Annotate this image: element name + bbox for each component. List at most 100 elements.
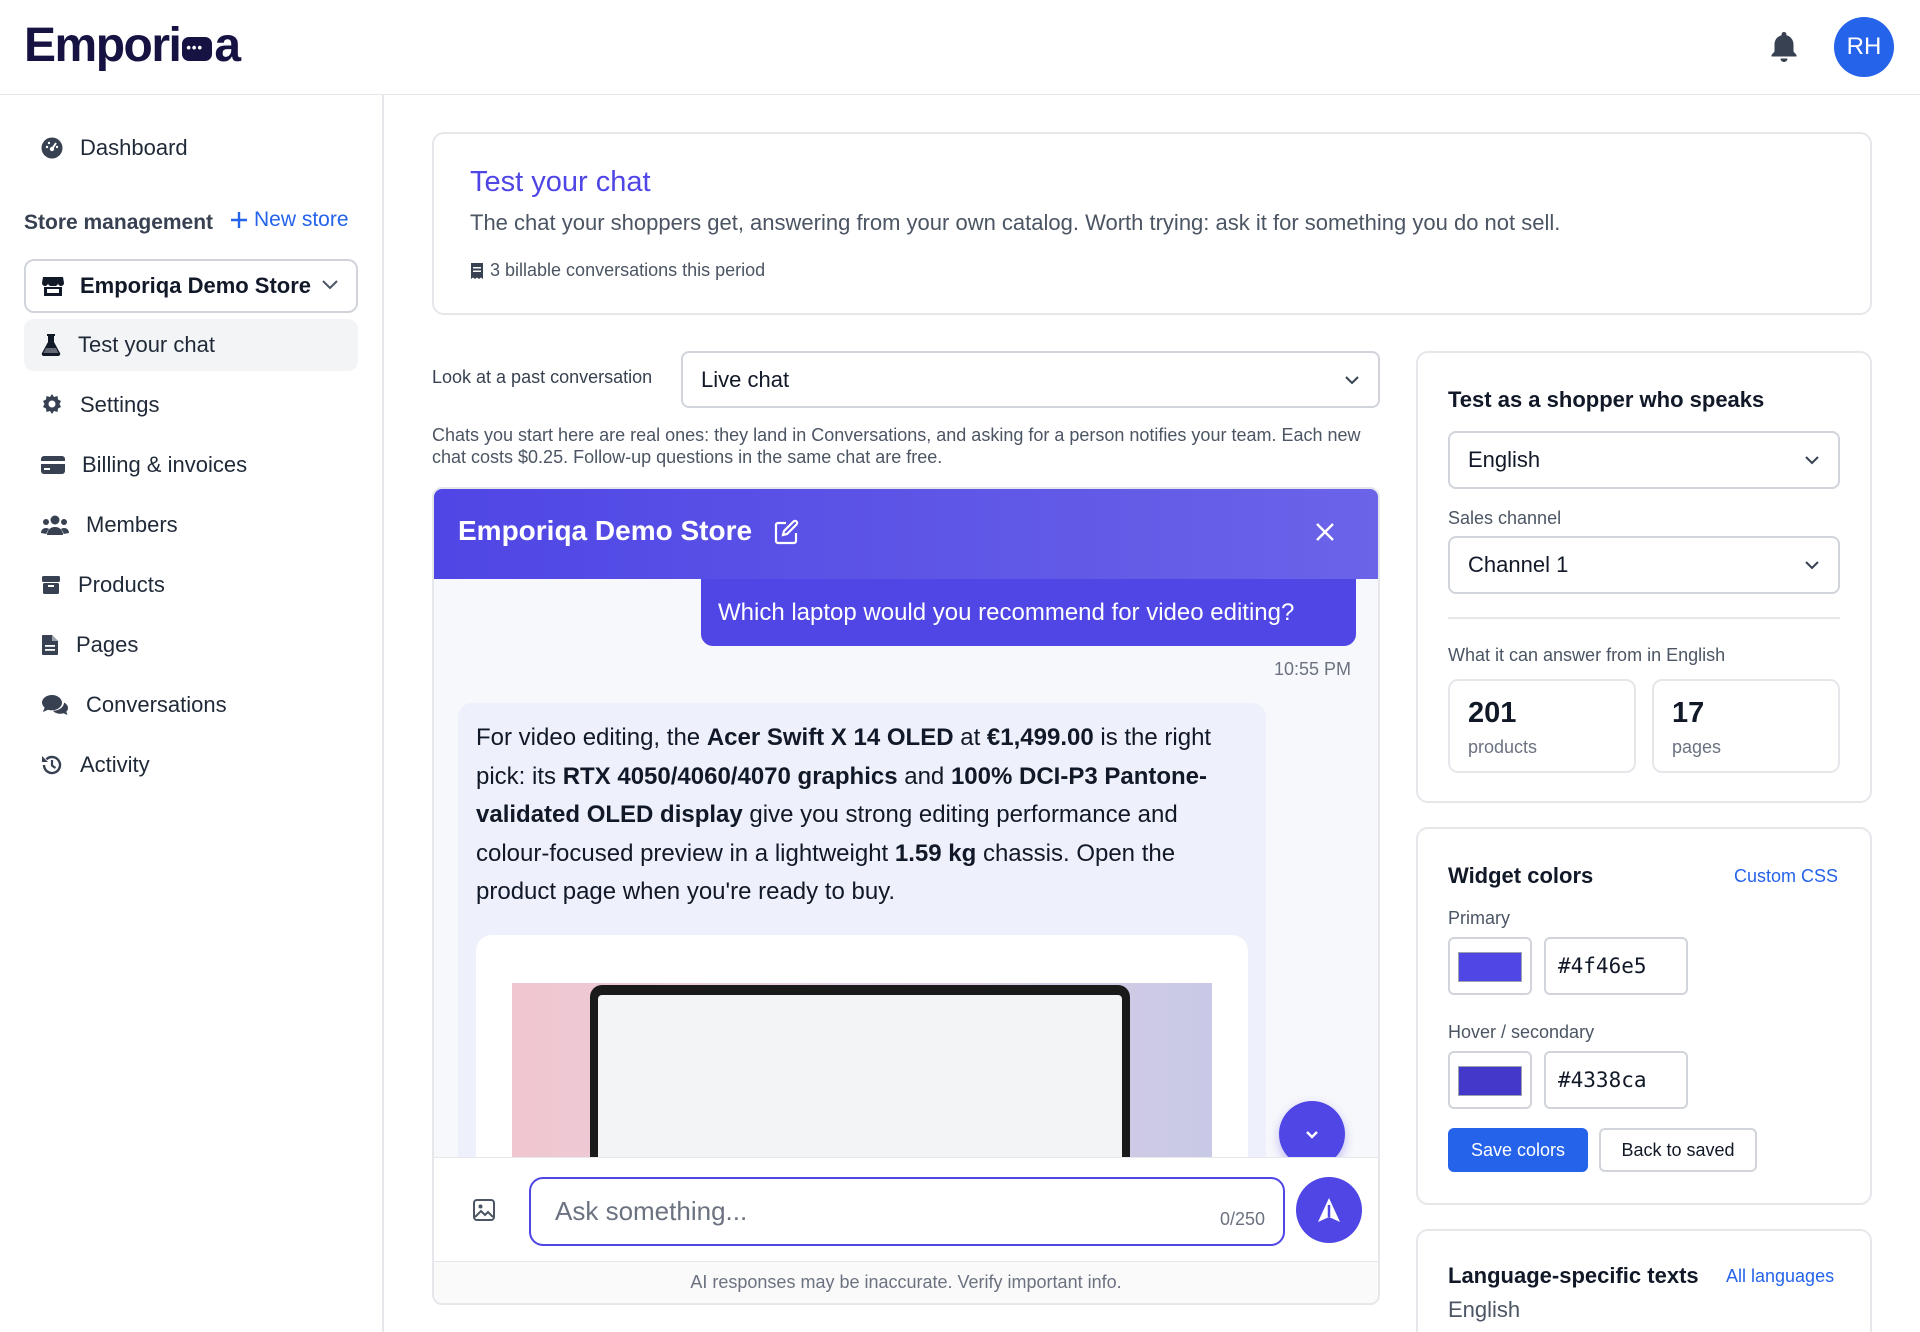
chat-widget: Emporiqa Demo Store Which laptop would y…: [432, 487, 1380, 1305]
new-store-link[interactable]: New store: [230, 208, 349, 232]
sidebar-item-settings[interactable]: Settings: [24, 379, 358, 431]
language-value: English: [1468, 447, 1541, 472]
sidebar-item-label: Pages: [76, 632, 139, 657]
user-message: Which laptop would you recommend for vid…: [701, 579, 1356, 646]
assistant-message-text: For video editing, the Acer Swift X 14 O…: [476, 719, 1236, 912]
products-count: 201: [1468, 697, 1517, 729]
chevron-down-icon: [1802, 450, 1822, 470]
scroll-down-button[interactable]: [1279, 1101, 1345, 1157]
chevron-down-icon: [320, 275, 340, 295]
gear-icon: [24, 393, 80, 417]
message-product-name: Acer Swift X 14 OLED: [706, 724, 954, 751]
divider: [1448, 617, 1840, 619]
pages-stat-label: pages: [1672, 737, 1722, 757]
store-selector[interactable]: Emporiqa Demo Store: [24, 259, 358, 313]
past-conversation-label: Look at a past conversation: [432, 367, 653, 387]
pages-stat: 17 pages: [1652, 679, 1840, 773]
image-upload-icon[interactable]: [472, 1198, 496, 1222]
sidebar-item-label: Billing & invoices: [82, 452, 248, 477]
sidebar-item-test-chat[interactable]: Test your chat: [24, 319, 358, 371]
edit-icon[interactable]: [774, 519, 800, 545]
products-stat-label: products: [1468, 737, 1538, 757]
sidebar-item-billing[interactable]: Billing & invoices: [24, 439, 358, 491]
save-colors-button[interactable]: Save colors: [1448, 1128, 1588, 1172]
chat-input-placeholder: Ask something...: [555, 1196, 748, 1226]
message-text: at: [953, 724, 987, 751]
primary-color-swatch[interactable]: [1448, 937, 1532, 995]
file-icon: [24, 634, 76, 656]
chat-bubbles-icon: [24, 694, 86, 716]
language-texts-title: Language-specific texts: [1448, 1263, 1699, 1288]
chat-bubble-logo-icon: [182, 36, 213, 61]
shopper-settings-title: Test as a shopper who speaks: [1448, 387, 1765, 412]
page-description: The chat your shoppers get, answering fr…: [470, 210, 1561, 235]
message-text: and: [897, 762, 951, 790]
secondary-color-swatch[interactable]: [1448, 1051, 1532, 1109]
storefront-icon: [26, 275, 80, 297]
sidebar-item-members[interactable]: Members: [24, 499, 358, 551]
dashboard-gauge-icon: [24, 136, 80, 160]
character-counter: 0/250: [1219, 1209, 1265, 1229]
message-timestamp: 10:55 PM: [1274, 659, 1352, 679]
section-title: Store management: [24, 211, 214, 234]
primary-color-input[interactable]: #4f46e5: [1544, 937, 1688, 995]
product-card[interactable]: [476, 935, 1248, 1157]
message-highlight: RTX 4050/4060/4070 graphics: [562, 762, 898, 790]
logo-text-end: a: [214, 19, 241, 72]
secondary-color-chip: [1458, 1066, 1522, 1096]
chat-input-row: Ask something... 0/250: [434, 1157, 1378, 1261]
send-arrow-icon: [1316, 1197, 1342, 1223]
logo[interactable]: Emporia: [24, 18, 241, 73]
store-name: Emporiqa Demo Store: [80, 273, 312, 298]
billable-info: 3 billable conversations this period: [470, 260, 765, 281]
custom-css-link[interactable]: Custom CSS: [1734, 866, 1838, 887]
chat-widget-header: Emporiqa Demo Store: [434, 489, 1378, 579]
chevron-down-icon: [1303, 1125, 1321, 1143]
laptop-image: [590, 985, 1130, 1157]
sidebar-item-dashboard[interactable]: Dashboard: [24, 122, 358, 174]
shopper-settings-card: Test as a shopper who speaks English Sal…: [1416, 351, 1872, 803]
widget-colors-title: Widget colors: [1448, 863, 1594, 888]
chat-message-input[interactable]: Ask something... 0/250: [529, 1177, 1285, 1246]
sidebar-item-label: Test your chat: [78, 332, 215, 357]
all-languages-link[interactable]: All languages: [1726, 1266, 1834, 1287]
sidebar-item-products[interactable]: Products: [24, 559, 358, 611]
receipt-icon: [470, 262, 484, 280]
language-texts-language: English: [1448, 1297, 1521, 1322]
sidebar-item-label: Members: [86, 512, 178, 537]
new-store-label: New store: [254, 208, 349, 231]
sidebar-item-pages[interactable]: Pages: [24, 619, 358, 671]
close-icon[interactable]: [1314, 521, 1336, 543]
sidebar-item-label: Settings: [80, 392, 160, 417]
past-conversation-select[interactable]: Live chat: [681, 351, 1380, 408]
products-stat: 201 products: [1448, 679, 1636, 773]
back-to-saved-button[interactable]: Back to saved: [1599, 1128, 1757, 1172]
test-chat-intro-card: Test your chat The chat your shoppers ge…: [432, 132, 1872, 315]
sidebar-item-label: Products: [78, 572, 165, 597]
bell-icon[interactable]: [1769, 30, 1799, 64]
past-conversation-value: Live chat: [701, 366, 790, 392]
assistant-message: For video editing, the Acer Swift X 14 O…: [458, 703, 1266, 1157]
product-image: [512, 983, 1212, 1157]
chevron-down-icon: [1342, 370, 1362, 390]
pages-count: 17: [1672, 697, 1705, 729]
chat-billing-note: Chats you start here are real ones: they…: [432, 425, 1361, 467]
sidebar-item-activity[interactable]: Activity: [24, 739, 358, 791]
sales-channel-label: Sales channel: [1448, 508, 1562, 528]
chat-widget-title: Emporiqa Demo Store: [458, 515, 753, 546]
secondary-color-input[interactable]: #4338ca: [1544, 1051, 1688, 1109]
language-select[interactable]: English: [1448, 431, 1840, 489]
message-text: For video editing, the: [476, 724, 707, 751]
sidebar-item-conversations[interactable]: Conversations: [24, 679, 358, 731]
logo-text-start: Empori: [24, 19, 182, 72]
users-icon: [24, 514, 86, 536]
chat-messages[interactable]: Which laptop would you recommend for vid…: [434, 579, 1378, 1157]
ai-disclaimer: AI responses may be inaccurate. Verify i…: [434, 1261, 1378, 1303]
message-price: €1,499.00: [986, 724, 1094, 751]
send-button[interactable]: [1296, 1177, 1362, 1243]
page-title: Test your chat: [470, 166, 651, 198]
avatar[interactable]: RH: [1834, 17, 1894, 77]
sidebar-item-label: Conversations: [86, 692, 227, 717]
sales-channel-select[interactable]: Channel 1: [1448, 536, 1840, 594]
answer-scope-label: What it can answer from in English: [1448, 645, 1726, 665]
